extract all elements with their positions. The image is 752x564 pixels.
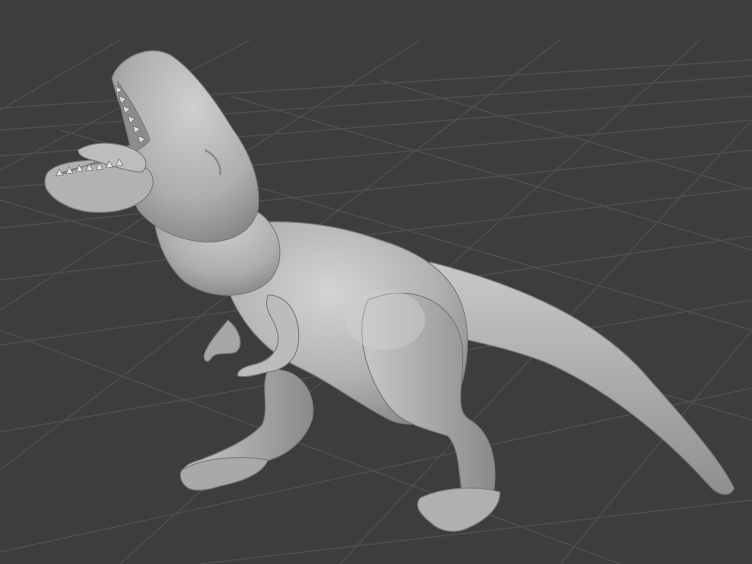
model-near-foot	[417, 487, 501, 532]
trex-model[interactable]	[44, 50, 735, 532]
model-belly-highlight	[345, 290, 425, 350]
model-far-leg	[180, 369, 314, 474]
model-far-arm	[203, 319, 241, 362]
3d-viewport[interactable]	[0, 0, 752, 564]
viewport-canvas[interactable]	[0, 0, 752, 564]
